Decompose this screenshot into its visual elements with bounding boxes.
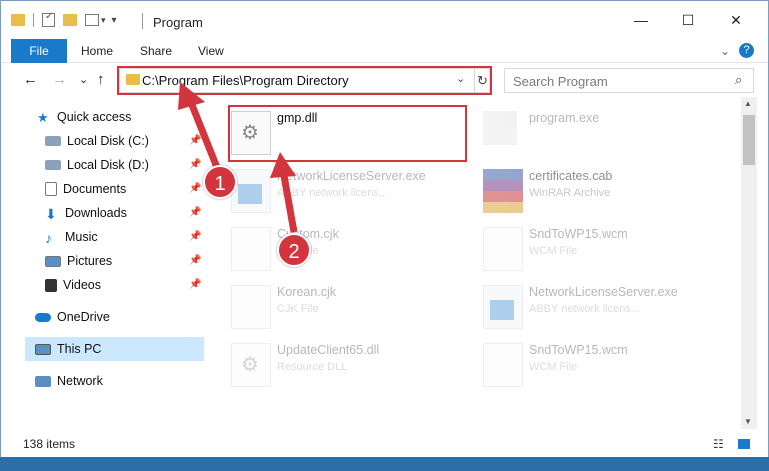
arrow-1-head	[178, 82, 205, 110]
step-1-badge: 1	[203, 165, 237, 199]
step-2-badge: 2	[277, 233, 311, 267]
arrow-2-head	[270, 152, 296, 178]
arrow-2-shaft	[279, 169, 298, 233]
annotation-arrows	[178, 82, 298, 233]
arrow-1-shaft	[186, 98, 222, 172]
